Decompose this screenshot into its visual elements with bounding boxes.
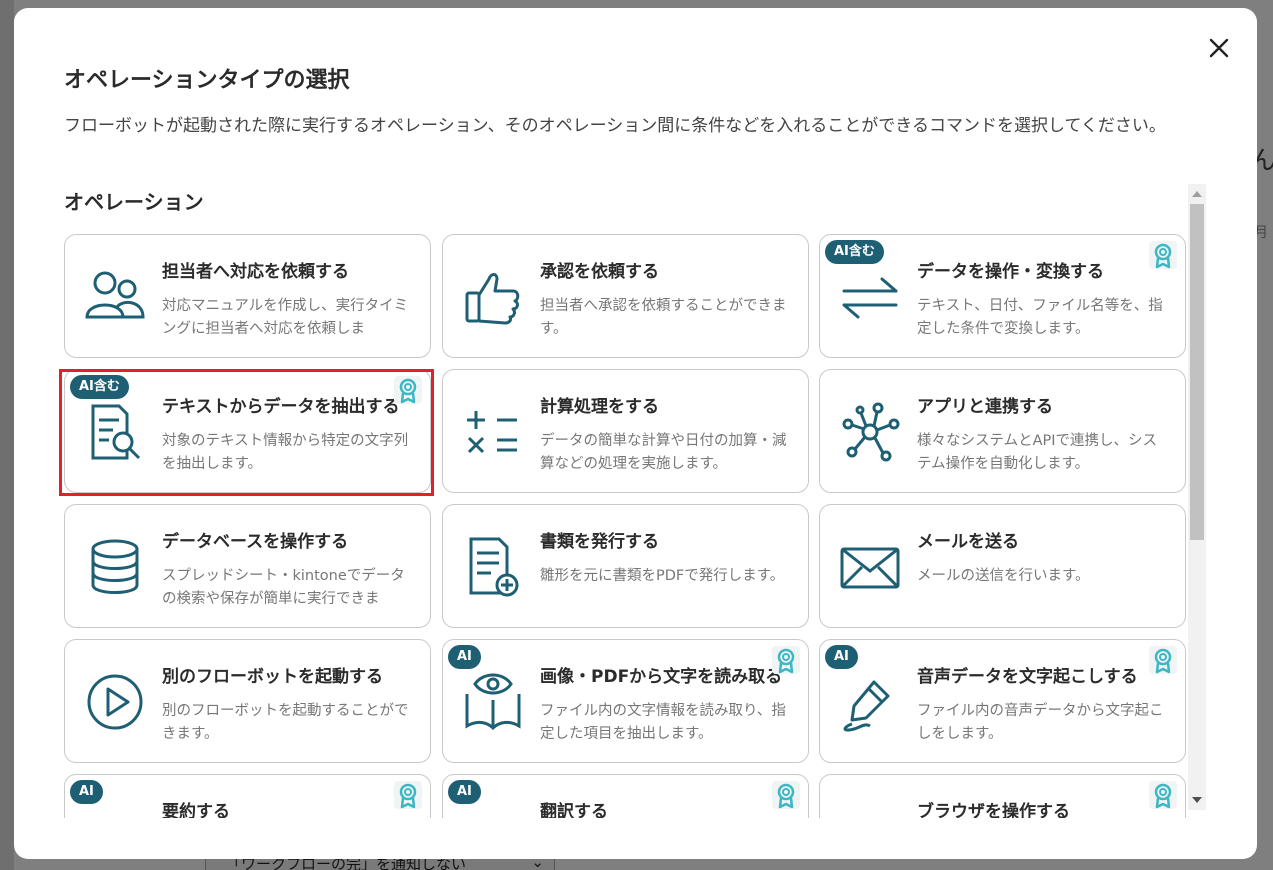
award-ribbon-icon <box>1149 241 1177 269</box>
operation-card-description: 別のフローボットを起動することができます。 <box>162 703 409 742</box>
section-title: オペレーション <box>64 190 204 214</box>
transfer-arrows-icon <box>838 265 902 329</box>
operation-card-title: 画像・PDFから文字を読み取る <box>540 667 783 687</box>
operation-card-title: 承認を依頼する <box>540 262 659 282</box>
operation-card[interactable]: 要約する AI <box>64 774 431 818</box>
award-ribbon-icon <box>1149 781 1177 809</box>
operation-card-title: メールを送る <box>917 532 1019 552</box>
award-ribbon-icon <box>772 781 800 809</box>
operation-type-modal: オペレーションタイプの選択 フローボットが起動された際に実行するオペレーション、… <box>14 8 1257 859</box>
operation-card[interactable]: 担当者へ対応を依頼する対応マニュアルを作成し、実行タイミングに担当者へ対応を依頼… <box>64 234 431 358</box>
play-icon <box>83 670 147 734</box>
operation-card-title: データベースを操作する <box>162 532 349 552</box>
operation-card[interactable]: データを操作・変換するテキスト、日付、ファイル名等を、指定した条件で変換します。… <box>819 234 1186 358</box>
operation-card-title: 書類を発行する <box>540 532 659 552</box>
database-icon <box>83 535 147 599</box>
selection-highlight <box>59 369 434 496</box>
scrollbar[interactable] <box>1188 184 1206 810</box>
users-icon <box>83 265 147 329</box>
ai-badge: AI <box>448 780 481 804</box>
operation-card-description: テキスト、日付、ファイル名等を、指定した条件で変換します。 <box>917 298 1163 337</box>
operation-card-title: 要約する <box>162 802 230 818</box>
operation-card-title: ブラウザを操作する <box>917 802 1070 818</box>
ai-badge: AI <box>448 645 481 669</box>
close-button[interactable] <box>1207 36 1231 60</box>
operation-card-description: 雛形を元に書類をPDFで発行します。 <box>540 568 785 584</box>
operation-card[interactable]: 承認を依頼する担当者へ承認を依頼することができます。 <box>442 234 809 358</box>
operation-card[interactable]: 画像・PDFから文字を読み取るファイル内の文字情報を読み取り、指定した項目を抽出… <box>442 639 809 763</box>
modal-title: オペレーションタイプの選択 <box>64 68 350 93</box>
award-ribbon-icon <box>394 781 422 809</box>
operation-card[interactable]: アプリと連携する様々なシステムとAPIで連携し、システム操作を自動化します。 <box>819 369 1186 493</box>
operation-card[interactable]: 計算処理をするデータの簡単な計算や日付の加算・減算などの処理を実施します。 <box>442 369 809 493</box>
operation-card[interactable]: 翻訳する AI <box>442 774 809 818</box>
operation-card-description: 様々なシステムとAPIで連携し、システム操作を自動化します。 <box>917 433 1158 472</box>
operation-card-description: スプレッドシート・kintoneでデータの検索や保存が簡単に実行できま <box>162 568 405 607</box>
operation-card-description: 担当者へ承認を依頼することができます。 <box>540 298 787 337</box>
network-icon <box>838 400 902 464</box>
operation-card-description: 対応マニュアルを作成し、実行タイミングに担当者へ対応を依頼しま <box>162 298 409 337</box>
operation-card-title: 計算処理をする <box>540 397 659 417</box>
operation-card[interactable]: 書類を発行する雛形を元に書類をPDFで発行します。 <box>442 504 809 628</box>
operation-card-title: アプリと連携する <box>917 397 1053 417</box>
operation-card[interactable]: 別のフローボットを起動する別のフローボットを起動することができます。 <box>64 639 431 763</box>
operation-card-description: データの簡単な計算や日付の加算・減算などの処理を実施します。 <box>540 433 787 472</box>
operation-card-title: 翻訳する <box>540 802 608 818</box>
operation-card[interactable]: データベースを操作するスプレッドシート・kintoneでデータの検索や保存が簡単… <box>64 504 431 628</box>
operation-card-title: データを操作・変換する <box>917 262 1104 282</box>
operation-card-grid: 担当者へ対応を依頼する対応マニュアルを作成し、実行タイミングに担当者へ対応を依頼… <box>14 228 1214 818</box>
operation-card[interactable]: 音声データを文字起こしするファイル内の音声データから文字起こしをします。 AI <box>819 639 1186 763</box>
book-eye-icon <box>461 670 525 734</box>
modal-description: フローボットが起動された際に実行するオペレーション、そのオペレーション間に条件な… <box>64 116 1166 136</box>
mail-icon <box>838 535 902 599</box>
background-sidebar <box>0 0 14 870</box>
scroll-up-arrow[interactable] <box>1192 191 1202 197</box>
award-ribbon-icon <box>1149 646 1177 674</box>
close-icon <box>1209 38 1229 58</box>
operation-card[interactable]: メールを送るメールの送信を行います。 <box>819 504 1186 628</box>
operation-card-title: 音声データを文字起こしする <box>917 667 1138 687</box>
operation-card-title: 担当者へ対応を依頼する <box>162 262 349 282</box>
operation-card-title: 別のフローボットを起動する <box>162 667 383 687</box>
operation-card-description: メールの送信を行います。 <box>917 568 1090 584</box>
scroll-down-arrow[interactable] <box>1192 797 1202 803</box>
ai-badge: AI含む <box>825 240 884 264</box>
calculator-icon <box>461 400 525 464</box>
operation-card-description: ファイル内の文字情報を読み取り、指定した項目を抽出します。 <box>540 703 786 742</box>
operation-card[interactable]: ブラウザを操作する <box>819 774 1186 818</box>
document-add-icon <box>461 535 525 599</box>
award-ribbon-icon <box>772 646 800 674</box>
pen-icon <box>838 670 902 734</box>
scroll-thumb[interactable] <box>1190 204 1204 540</box>
operation-card-description: ファイル内の音声データから文字起こしをします。 <box>917 703 1164 742</box>
thumbs-up-icon <box>461 265 525 329</box>
ai-badge: AI <box>825 645 858 669</box>
ai-badge: AI <box>70 780 103 804</box>
